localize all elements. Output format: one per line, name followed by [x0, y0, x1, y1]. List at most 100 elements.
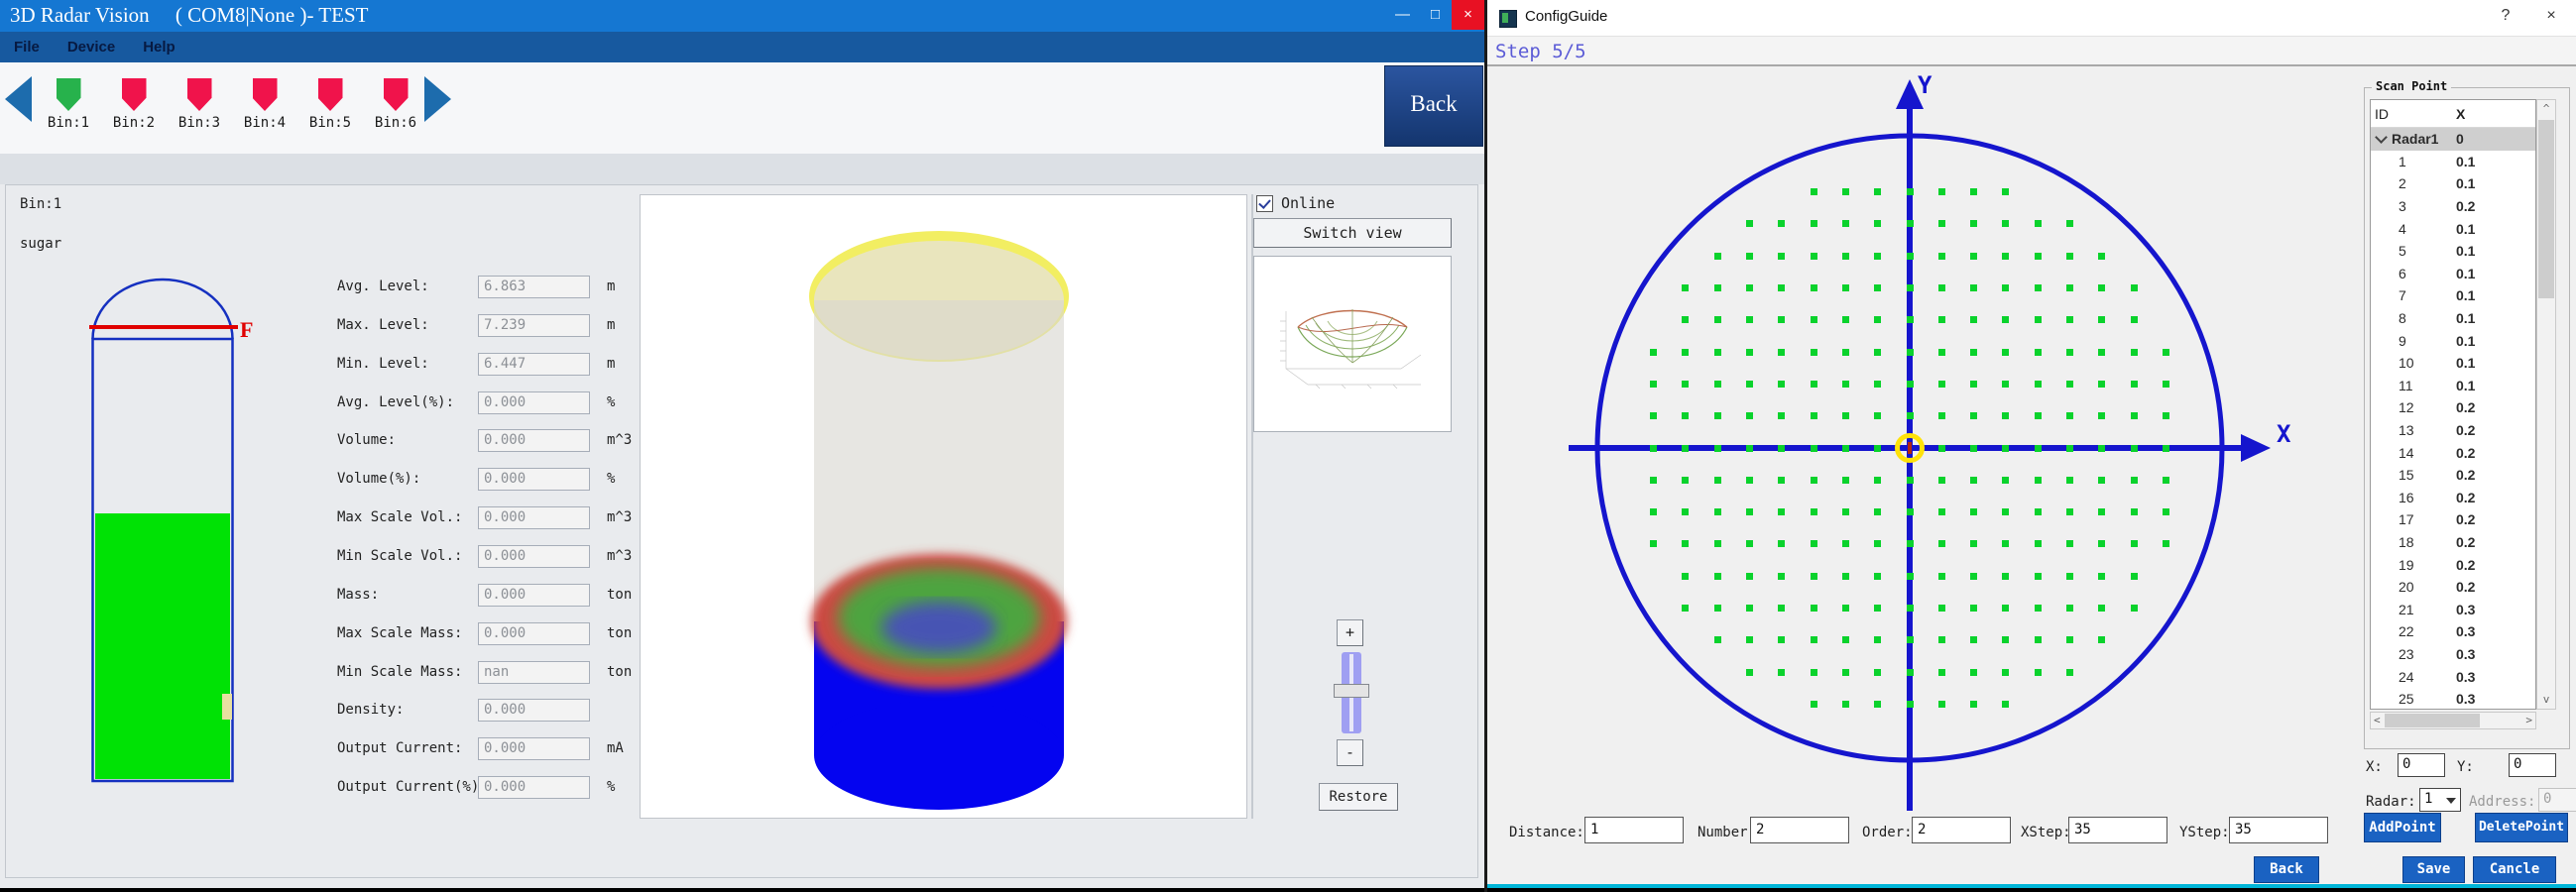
menu-item-file[interactable]: File	[0, 39, 54, 56]
field-input-max-level-[interactable]: 7.239	[478, 314, 590, 337]
table-row[interactable]: 130.2	[2371, 419, 2535, 442]
cell-x: 0.2	[2456, 422, 2525, 438]
scan-point-dot	[1938, 573, 1945, 580]
field-input-min-scale-mass-[interactable]: nan	[478, 661, 590, 684]
vertical-scroll-thumb[interactable]	[2538, 120, 2554, 298]
add-point-button[interactable]: AddPoint	[2364, 813, 2441, 842]
cell-x: 0.2	[2456, 534, 2525, 550]
x-field[interactable]: 0	[2398, 753, 2445, 777]
table-row[interactable]: 230.3	[2371, 643, 2535, 666]
help-button[interactable]: ?	[2489, 2, 2522, 30]
bin-selector-6[interactable]: Bin:6	[363, 78, 428, 131]
table-row[interactable]: 250.3	[2371, 688, 2535, 711]
bin-selector-3[interactable]: Bin:3	[167, 78, 232, 131]
bin-selector-2[interactable]: Bin:2	[101, 78, 167, 131]
table-row[interactable]: 170.2	[2371, 508, 2535, 531]
table-row[interactable]: 180.2	[2371, 531, 2535, 554]
scan-point-dot	[1842, 701, 1849, 708]
scroll-down-icon[interactable]: v	[2537, 691, 2555, 709]
menu-item-help[interactable]: Help	[129, 39, 189, 56]
table-row[interactable]: 90.1	[2371, 329, 2535, 352]
config-close-button[interactable]: ×	[2534, 2, 2568, 30]
wizard-back-button[interactable]: Back	[2254, 856, 2319, 883]
y-field[interactable]: 0	[2509, 753, 2556, 777]
param-input-order[interactable]: 2	[1912, 817, 2011, 843]
field-input-avg-level-[interactable]: 0.000	[478, 391, 590, 414]
delete-point-button[interactable]: DeletePoint	[2475, 813, 2568, 842]
table-row[interactable]: 60.1	[2371, 263, 2535, 285]
expand-chevron-icon[interactable]	[2375, 131, 2388, 144]
switch-view-button[interactable]: Switch view	[1253, 218, 1452, 248]
maximize-button[interactable]: □	[1419, 0, 1452, 30]
scan-point-dot	[2035, 316, 2042, 323]
next-bin-arrow-icon[interactable]	[424, 76, 451, 122]
table-row[interactable]: 240.3	[2371, 665, 2535, 688]
scan-point-dot	[1842, 540, 1849, 547]
param-input-distance[interactable]: 1	[1584, 817, 1684, 843]
table-row[interactable]: 110.1	[2371, 375, 2535, 397]
zoom-out-button[interactable]: -	[1337, 739, 1363, 766]
table-row[interactable]: 220.3	[2371, 620, 2535, 643]
address-field[interactable]: 0	[2538, 788, 2576, 812]
scroll-up-icon[interactable]: ^	[2537, 100, 2555, 118]
horizontal-scroll-thumb[interactable]	[2385, 714, 2480, 727]
field-input-mass-[interactable]: 0.000	[478, 584, 590, 607]
minimize-button[interactable]: —	[1386, 0, 1419, 30]
cancel-button[interactable]: Cancle	[2473, 856, 2556, 883]
table-row[interactable]: 200.2	[2371, 576, 2535, 599]
table-vertical-scrollbar[interactable]: ^ v	[2536, 99, 2556, 710]
field-label: Max Scale Mass:	[337, 625, 462, 641]
scan-point-dot	[2131, 284, 2138, 291]
previous-bin-arrow-icon[interactable]	[5, 76, 32, 122]
table-row[interactable]: 80.1	[2371, 307, 2535, 330]
zoom-slider-handle[interactable]	[1334, 684, 1369, 698]
scan-point-dot	[2035, 381, 2042, 388]
param-label-order: Order:	[1862, 825, 1913, 840]
table-row[interactable]: 40.1	[2371, 217, 2535, 240]
back-button[interactable]: Back	[1384, 65, 1483, 147]
table-row[interactable]: 20.1	[2371, 172, 2535, 195]
table-row[interactable]: 210.3	[2371, 598, 2535, 620]
cell-x: 0.2	[2456, 579, 2525, 595]
field-input-avg-level-[interactable]: 6.863	[478, 276, 590, 298]
table-row[interactable]: 30.2	[2371, 195, 2535, 218]
save-button[interactable]: Save	[2402, 856, 2465, 883]
restore-button[interactable]: Restore	[1319, 783, 1398, 811]
param-input-ystep[interactable]: 35	[2229, 817, 2328, 843]
table-row[interactable]: 140.2	[2371, 441, 2535, 464]
scroll-right-icon[interactable]: >	[2525, 714, 2532, 726]
scan-point-dot	[1907, 349, 1914, 356]
field-input-max-scale-vol-[interactable]: 0.000	[478, 506, 590, 529]
field-input-output-current-[interactable]: 0.000	[478, 776, 590, 799]
table-horizontal-scrollbar[interactable]: < >	[2370, 712, 2536, 729]
zoom-in-button[interactable]: +	[1337, 619, 1363, 646]
table-row[interactable]: 190.2	[2371, 553, 2535, 576]
online-checkbox[interactable]	[1256, 195, 1273, 212]
field-input-min-level-[interactable]: 6.447	[478, 353, 590, 376]
table-row[interactable]: 70.1	[2371, 284, 2535, 307]
table-row[interactable]: 100.1	[2371, 352, 2535, 375]
field-input-max-scale-mass-[interactable]: 0.000	[478, 622, 590, 645]
param-input-number[interactable]: 2	[1750, 817, 1849, 843]
field-input-volume-[interactable]: 0.000	[478, 429, 590, 452]
bin-selector-5[interactable]: Bin:5	[297, 78, 363, 131]
field-input-density-[interactable]: 0.000	[478, 699, 590, 722]
radar-dropdown[interactable]: 1	[2419, 788, 2461, 812]
table-row[interactable]: 10.1	[2371, 151, 2535, 173]
bin-selector-4[interactable]: Bin:4	[232, 78, 297, 131]
bin-selector-1[interactable]: Bin:1	[36, 78, 101, 131]
table-row[interactable]: 50.1	[2371, 240, 2535, 263]
field-input-output-current-[interactable]: 0.000	[478, 737, 590, 760]
param-input-xstep[interactable]: 35	[2068, 817, 2167, 843]
table-row[interactable]: 160.2	[2371, 487, 2535, 509]
table-row[interactable]: 120.2	[2371, 396, 2535, 419]
table-row-radar[interactable]: Radar1 0	[2371, 128, 2535, 151]
scan-point-dot	[2002, 445, 2009, 452]
field-input-volume-[interactable]: 0.000	[478, 468, 590, 491]
field-input-min-scale-vol-[interactable]: 0.000	[478, 545, 590, 568]
scroll-left-icon[interactable]: <	[2374, 714, 2381, 726]
table-row[interactable]: 150.2	[2371, 464, 2535, 487]
close-button[interactable]: ×	[1452, 0, 1484, 30]
menu-item-device[interactable]: Device	[54, 39, 129, 56]
scan-point-dot	[1907, 381, 1914, 388]
